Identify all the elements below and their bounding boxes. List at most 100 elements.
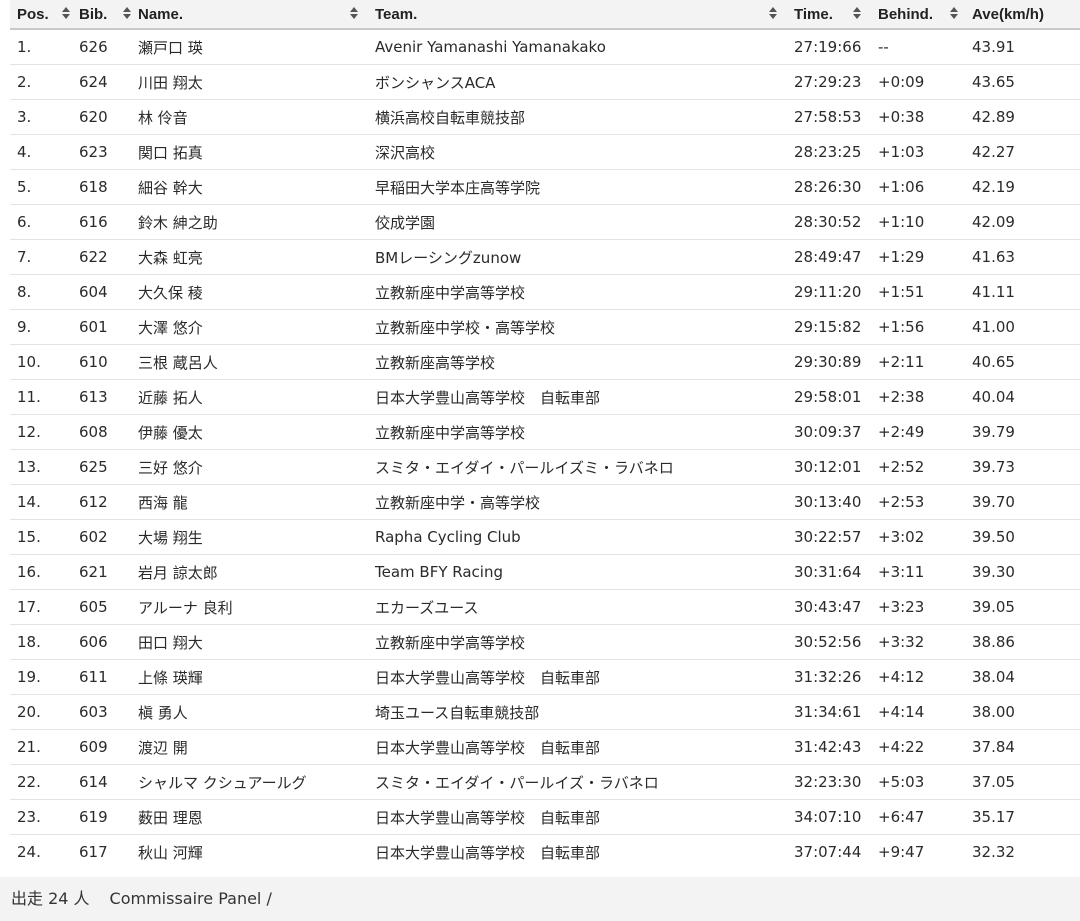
table-row: 1. 626 瀬戸口 瑛 Avenir Yamanashi Yamanakako 27:… xyxy=(10,29,1080,65)
position-cell: 18. xyxy=(10,624,72,660)
gap-cell: +2:53 xyxy=(871,484,965,520)
team-cell: BMレーシングzunow xyxy=(368,239,787,275)
average-speed-cell: 37.84 xyxy=(965,729,1080,765)
time-cell: 37:07:44 xyxy=(794,843,862,861)
bib-cell: 610 xyxy=(72,344,131,380)
time-cell: 27:58:53 xyxy=(787,99,871,135)
rider-name-cell: 細谷 幹大 xyxy=(131,169,368,205)
bib-cell: 618 xyxy=(72,169,131,205)
table-row: 15. 602 大場 翔生 Rapha Cycling Club 30:22:57 +3:… xyxy=(10,519,1080,555)
gap-cell: -- xyxy=(871,29,965,65)
sort-icon[interactable] xyxy=(769,7,777,20)
column-header-behind[interactable]: Behind. xyxy=(871,0,965,30)
column-header-bib[interactable]: Bib. xyxy=(72,0,131,30)
time-cell: 31:34:61 xyxy=(787,694,871,730)
position-cell: 2. xyxy=(10,64,72,100)
table-row: 14. 612 西海 龍立教新座中学・高等学校 30:13:40 +2:53 39.70 xyxy=(10,484,1080,520)
column-header-team[interactable]: Team. xyxy=(368,0,787,30)
column-header-pos[interactable]: Pos. xyxy=(10,0,72,30)
results-table: Pos. Bib. Name. Team. Time. Behind. Ave(… xyxy=(10,0,1080,869)
team-cell: スミタ・エイダイ・パールイズミ・ラバネロ xyxy=(368,449,787,485)
time-cell: 28:26:30 xyxy=(787,169,871,205)
rider-name-cell: アルーナ 良利 xyxy=(131,589,368,625)
position-cell: 10. xyxy=(10,344,72,380)
gap-cell: +2:38 xyxy=(871,379,965,415)
time-cell: 31:32:26 xyxy=(787,659,871,695)
commissaire-panel: Commissaire Panel / xyxy=(109,889,272,908)
position-cell: 19. xyxy=(10,659,72,695)
bib-cell: 614 xyxy=(72,764,131,800)
bib-cell: 620 xyxy=(72,99,131,135)
team-cell: 早稲田大学本庄高等学院 xyxy=(368,169,787,205)
sort-icon[interactable] xyxy=(950,7,958,20)
team-cell: スミタ・エイダイ・パールイズ・ラバネロ xyxy=(368,764,787,800)
rider-name-cell: 上條 瑛輝 xyxy=(131,659,368,695)
sort-icon[interactable] xyxy=(62,7,70,20)
position-cell: 12. xyxy=(10,414,72,450)
team-cell: 日本大学豊山高等学校 自転車部 xyxy=(368,659,787,695)
gap-cell: +1:29 xyxy=(871,239,965,275)
position-cell: 23. xyxy=(10,799,72,835)
gap-cell: +3:32 xyxy=(871,624,965,660)
table-row: 17. 605 アルーナ 良利 エカーズユース 30:43:47 +3:23 39.05 xyxy=(10,589,1080,625)
team-cell: 立教新座中学高等学校 xyxy=(368,624,787,660)
column-header-label: Behind. xyxy=(878,5,933,23)
time-cell: 29:30:89 xyxy=(787,344,871,380)
column-header-name[interactable]: Name. xyxy=(131,0,368,30)
bib-cell: 625 xyxy=(72,449,131,485)
gap-cell: +1:56 xyxy=(871,309,965,345)
bib-cell: 619 xyxy=(72,799,131,835)
position-cell: 7. xyxy=(10,239,72,275)
position-cell: 22. xyxy=(10,764,72,800)
bib-cell: 623 xyxy=(72,134,131,170)
time-cell: 30:09:37 xyxy=(787,414,871,450)
average-speed-cell: 32.32 xyxy=(972,843,1015,861)
bib-cell: 617 xyxy=(79,843,108,861)
column-header-ave[interactable]: Ave(km/h) xyxy=(965,0,1080,30)
gap-cell: +5:03 xyxy=(871,764,965,800)
results-page: Pos. Bib. Name. Team. Time. Behind. Ave(… xyxy=(0,0,1080,921)
rider-name-cell: 岩月 諒太郎 xyxy=(131,554,368,590)
team-cell: 日本大学豊山高等学校 自転車部 xyxy=(368,799,787,835)
rider-name-cell: 西海 龍 xyxy=(131,484,368,520)
rider-name-cell: 大久保 稜 xyxy=(131,274,368,310)
position-cell: 20. xyxy=(10,694,72,730)
average-speed-cell: 38.00 xyxy=(965,694,1080,730)
rider-name-cell: 瀬戸口 瑛 xyxy=(131,29,368,65)
rider-name-cell: 伊藤 優太 xyxy=(131,414,368,450)
average-speed-cell: 41.63 xyxy=(965,239,1080,275)
team-cell: 立教新座中学・高等学校 xyxy=(368,484,787,520)
time-cell: 28:30:52 xyxy=(787,204,871,240)
gap-cell: +1:10 xyxy=(871,204,965,240)
team-cell: 日本大学豊山高等学校 自転車部 xyxy=(368,379,787,415)
average-speed-cell: 42.89 xyxy=(965,99,1080,135)
team-cell: 佼成学園 xyxy=(368,204,787,240)
time-cell: 28:49:47 xyxy=(787,239,871,275)
time-cell: 27:29:23 xyxy=(787,64,871,100)
sort-icon[interactable] xyxy=(123,7,131,20)
column-header-time[interactable]: Time. xyxy=(787,0,871,30)
table-row: 7. 622 大森 虹亮 BMレーシングzunow 28:49:47 +1:29 41.63 xyxy=(10,239,1080,275)
time-cell: 30:52:56 xyxy=(787,624,871,660)
table-row: 24. 617 秋山 河輝 日本大学豊山高等学校 自転車部 37:07:44 +9:47 3… xyxy=(10,835,1080,870)
gap-cell: +3:02 xyxy=(871,519,965,555)
sort-icon[interactable] xyxy=(853,7,861,20)
bib-cell: 613 xyxy=(72,379,131,415)
table-row: 2. 624 川田 翔太 ボンシャンスACA 27:29:23 +0:09 43.65 xyxy=(10,64,1080,100)
column-header-label: Bib. xyxy=(79,5,108,23)
time-cell: 28:23:25 xyxy=(787,134,871,170)
time-cell: 32:23:30 xyxy=(787,764,871,800)
bib-cell: 605 xyxy=(72,589,131,625)
sort-icon[interactable] xyxy=(350,7,358,20)
bib-cell: 621 xyxy=(72,554,131,590)
position-cell: 13. xyxy=(10,449,72,485)
rider-name-cell: 三根 蔵呂人 xyxy=(131,344,368,380)
bib-cell: 624 xyxy=(72,64,131,100)
time-cell: 30:31:64 xyxy=(787,554,871,590)
team-cell: Avenir Yamanashi Yamanakako xyxy=(368,29,787,65)
team-cell: Team BFY Racing xyxy=(368,554,787,590)
average-speed-cell: 39.30 xyxy=(965,554,1080,590)
table-row: 16. 621 岩月 諒太郎 Team BFY Racing 30:31:64 +3:11… xyxy=(10,554,1080,590)
rider-name-cell: 鈴木 紳之助 xyxy=(131,204,368,240)
gap-cell: +1:03 xyxy=(871,134,965,170)
